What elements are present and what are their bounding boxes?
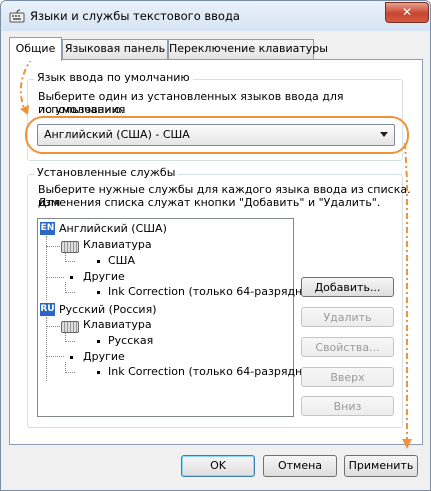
tab-general-label: Общие xyxy=(15,42,56,55)
guide-arrow-right xyxy=(404,142,408,441)
annotation-guides xyxy=(19,56,412,449)
dialog-window: Языки и службы текстового ввода ✕ Общие … xyxy=(0,0,431,491)
guide-arrowhead-left xyxy=(20,105,29,115)
guide-arrowhead-right xyxy=(402,439,412,449)
tab-general[interactable]: Общие xyxy=(9,37,62,61)
guide-arrow-left xyxy=(19,56,34,112)
